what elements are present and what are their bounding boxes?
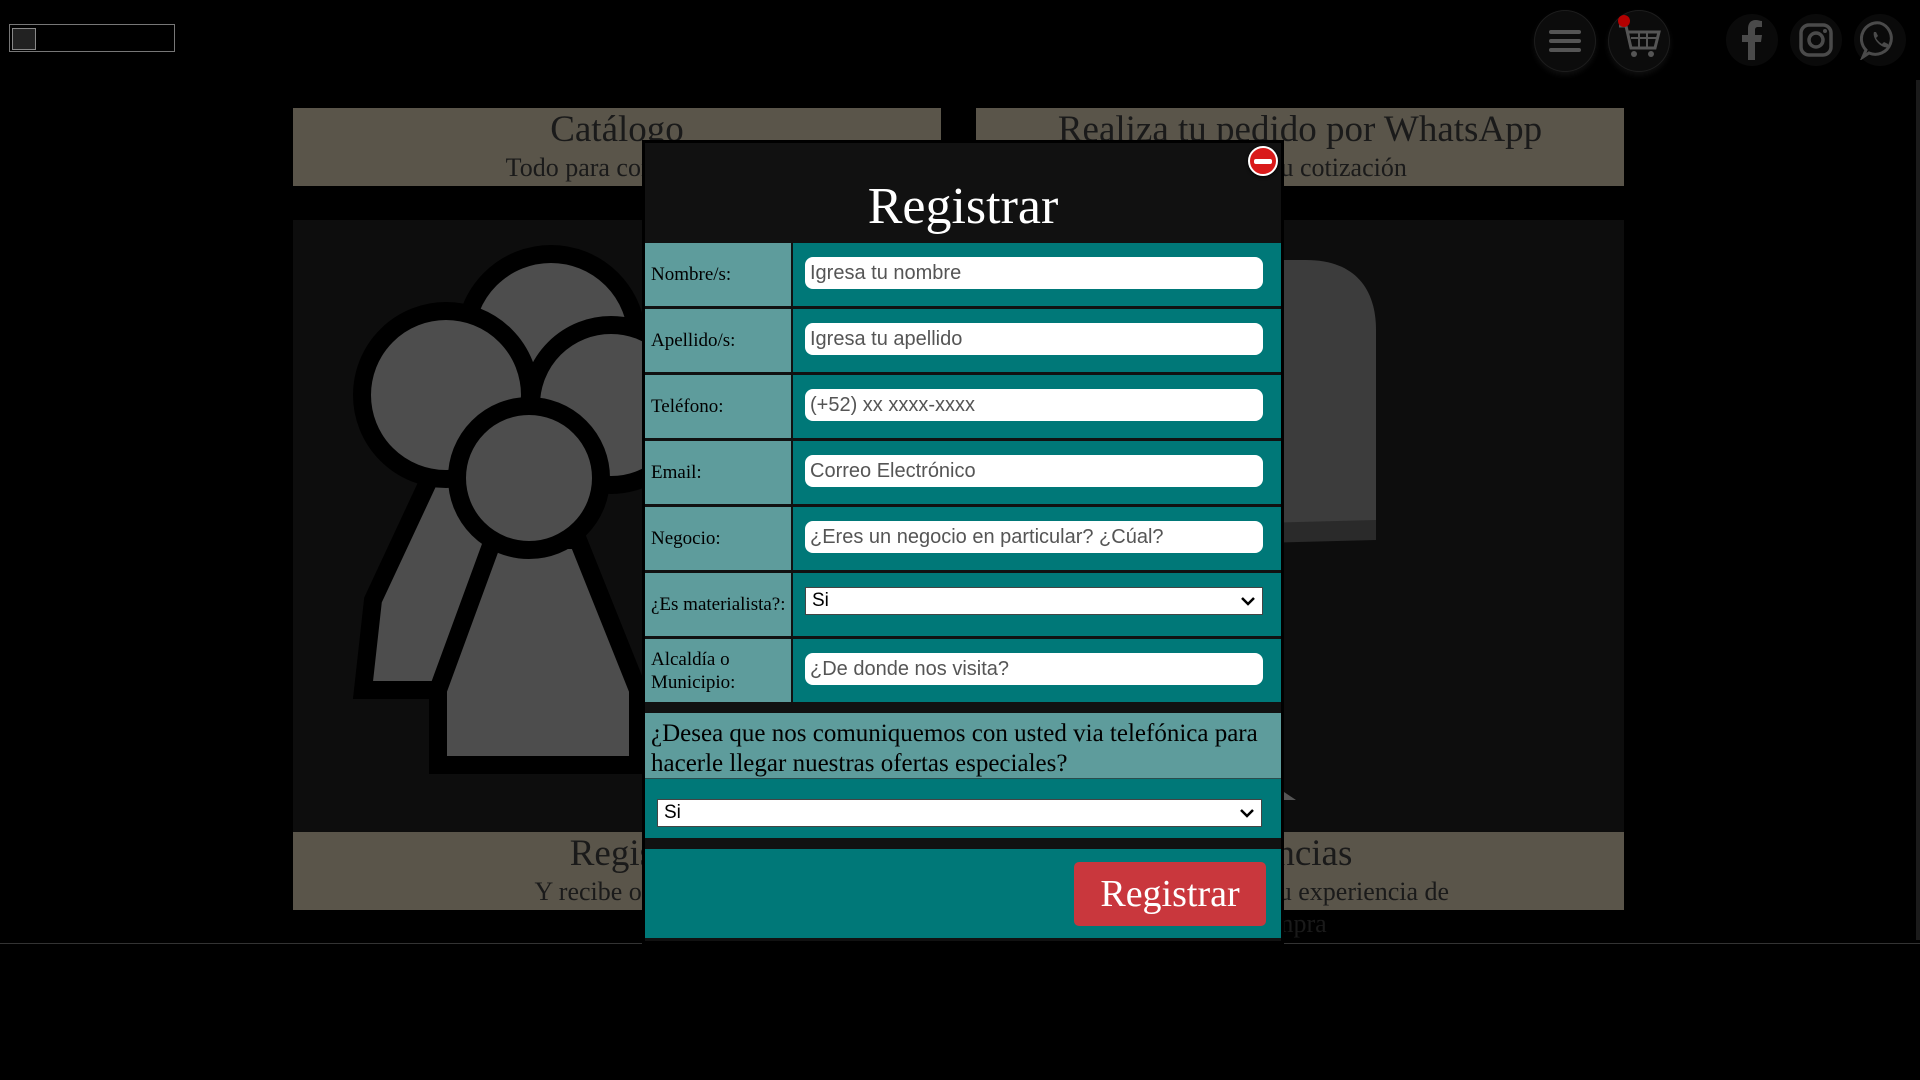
- last-name-row: Apellido/s:: [645, 309, 1281, 372]
- phone-input[interactable]: [805, 389, 1263, 421]
- chevron-down-icon: [1240, 809, 1254, 818]
- menu-button[interactable]: [1534, 10, 1596, 72]
- close-modal-button[interactable]: [1248, 146, 1278, 176]
- facebook-icon: [1742, 20, 1762, 60]
- business-input[interactable]: [805, 521, 1263, 553]
- email-input[interactable]: [805, 455, 1263, 487]
- first-name-label: Nombre/s:: [645, 243, 791, 306]
- top-bar: [0, 0, 1920, 80]
- first-name-row: Nombre/s:: [645, 243, 1281, 306]
- email-row: Email:: [645, 441, 1281, 504]
- materialist-select[interactable]: Si: [805, 587, 1263, 615]
- contact-select-value: Si: [664, 802, 681, 823]
- shopping-cart-icon: [1619, 24, 1661, 57]
- first-name-input[interactable]: [805, 257, 1263, 289]
- email-cell: [793, 441, 1281, 504]
- cart-button[interactable]: [1608, 10, 1670, 72]
- register-modal: Registrar Nombre/s: Apellido/s: Teléfono…: [642, 140, 1284, 944]
- contact-select[interactable]: Si: [657, 799, 1262, 827]
- materialist-label: ¿Es materialista?:: [645, 573, 791, 636]
- chevron-down-icon: [1241, 597, 1255, 606]
- phone-row: Teléfono:: [645, 375, 1281, 438]
- instagram-icon: [1799, 23, 1833, 57]
- business-label: Negocio:: [645, 507, 791, 570]
- contact-question-block: ¿Desea que nos comuniquemos con usted vi…: [645, 713, 1281, 838]
- business-row: Negocio:: [645, 507, 1281, 570]
- email-label: Email:: [645, 441, 791, 504]
- materialist-select-value: Si: [812, 590, 829, 611]
- page-scrollbar[interactable]: [1916, 80, 1920, 940]
- minus-icon: [1254, 158, 1272, 164]
- first-name-cell: [793, 243, 1281, 306]
- last-name-input[interactable]: [805, 323, 1263, 355]
- business-cell: [793, 507, 1281, 570]
- last-name-cell: [793, 309, 1281, 372]
- contact-question-text: ¿Desea que nos comuniquemos con usted vi…: [645, 713, 1281, 779]
- phone-label: Teléfono:: [645, 375, 791, 438]
- whatsapp-link[interactable]: [1854, 14, 1906, 66]
- municipality-row: Alcaldía o Municipio:: [645, 639, 1281, 702]
- municipality-cell: [793, 639, 1281, 702]
- facebook-link[interactable]: [1726, 14, 1778, 66]
- instagram-link[interactable]: [1790, 14, 1842, 66]
- cart-badge: [1618, 15, 1630, 27]
- site-logo[interactable]: [9, 24, 175, 52]
- municipality-input[interactable]: [805, 653, 1263, 685]
- modal-footer: Registrar: [645, 849, 1281, 938]
- materialist-cell: Si: [793, 573, 1281, 636]
- register-submit-button[interactable]: Registrar: [1074, 862, 1266, 926]
- whatsapp-icon: [1860, 21, 1893, 60]
- last-name-label: Apellido/s:: [645, 309, 791, 372]
- phone-cell: [793, 375, 1281, 438]
- hamburger-menu-icon: [1549, 30, 1581, 52]
- broken-image-icon: [12, 28, 36, 50]
- modal-title: Registrar: [867, 178, 1059, 235]
- municipality-label: Alcaldía o Municipio:: [645, 639, 791, 702]
- materialist-row: ¿Es materialista?: Si: [645, 573, 1281, 636]
